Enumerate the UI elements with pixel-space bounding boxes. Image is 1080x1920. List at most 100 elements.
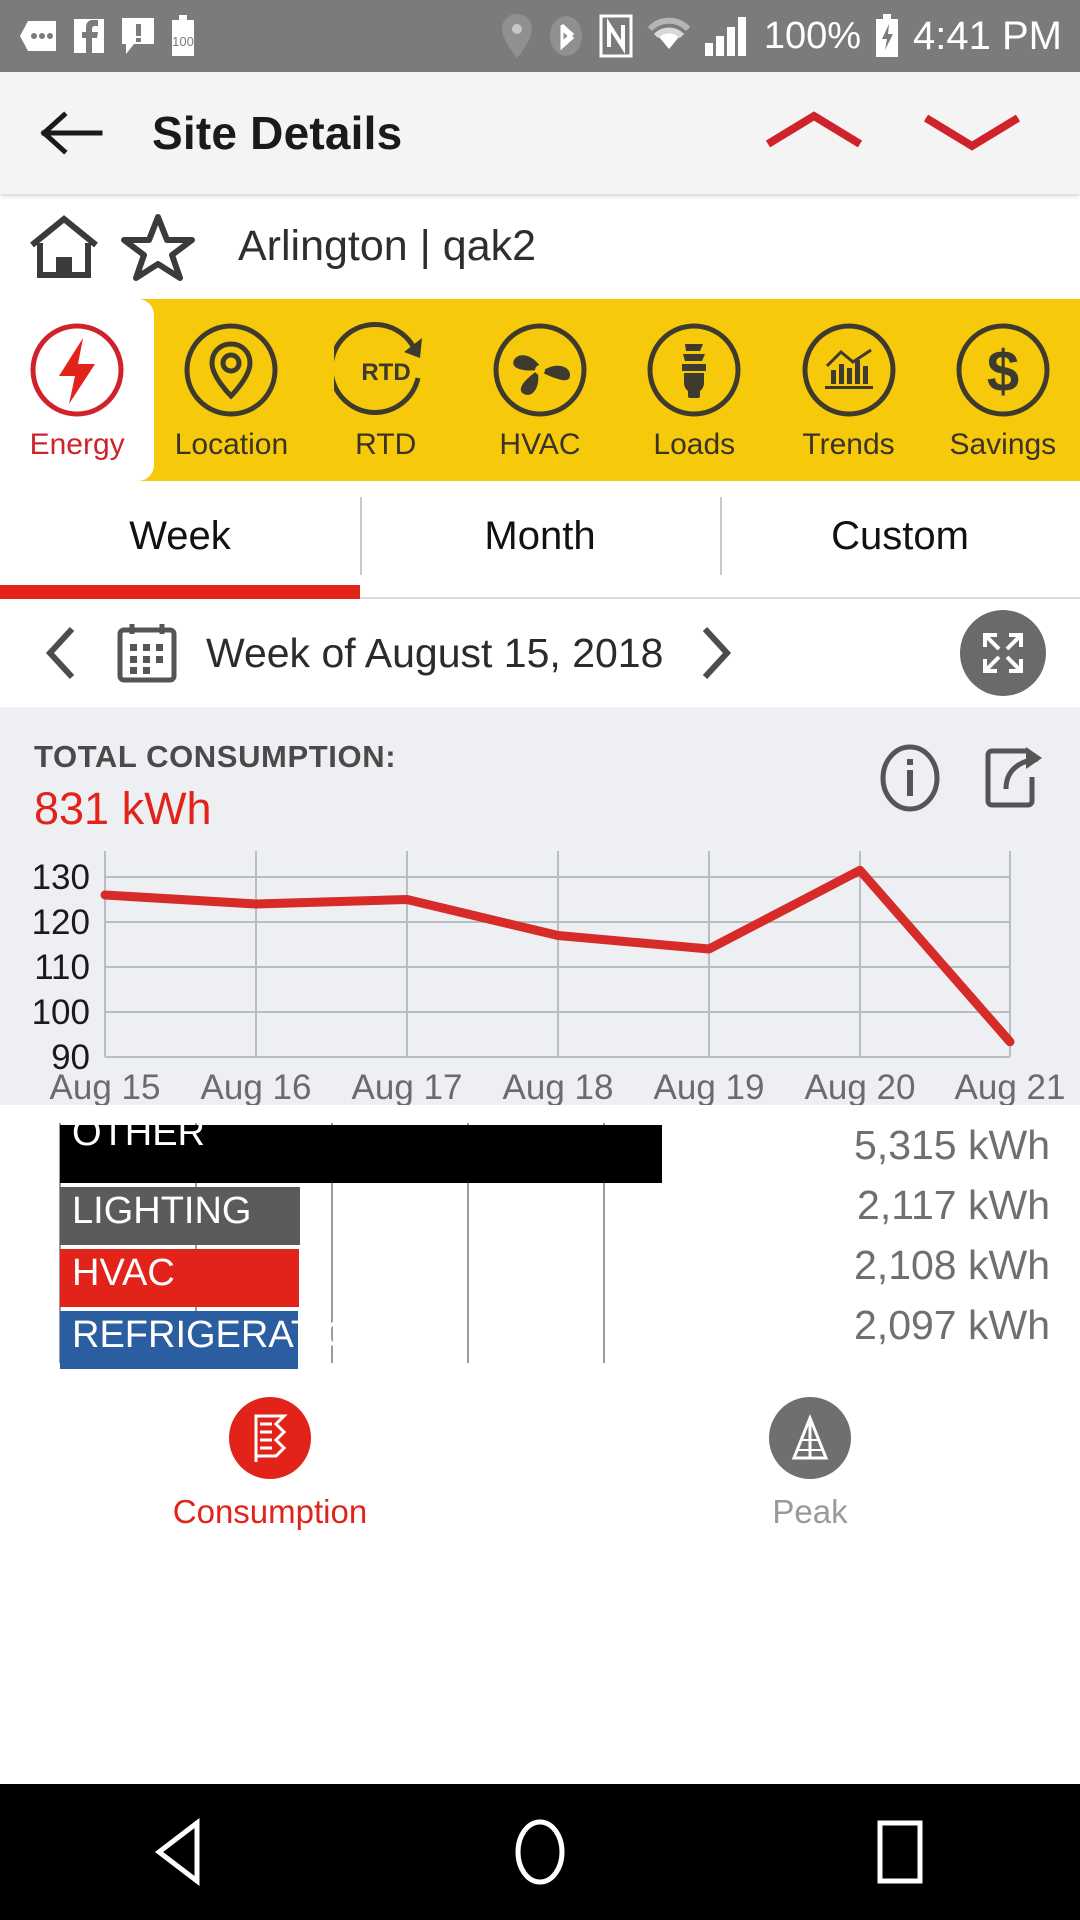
category-label: RTD [355,428,417,461]
mode-consumption[interactable]: Consumption [0,1397,540,1531]
dollar-icon: $ [951,318,1055,422]
favorite-star-icon[interactable] [120,212,196,282]
line-chart: 130 120 110 100 90 Aug 15 Aug 16 Aug 17 … [0,849,1080,1107]
peak-icon [769,1397,851,1479]
next-week-button[interactable] [689,625,743,681]
site-name-label: Arlington | qak2 [238,222,537,270]
svg-text:Aug 19: Aug 19 [654,1068,765,1107]
consumption-report-icon [229,1397,311,1479]
category-nav: Energy Location RTD RTD HVAC Loads Trend… [0,299,1080,481]
category-item-location[interactable]: Location [154,299,308,481]
battery-percent-label: 100% [763,14,862,57]
consumption-card-actions [878,739,1046,818]
share-export-icon[interactable] [982,743,1046,818]
chevron-down-icon[interactable] [922,108,1022,159]
info-icon[interactable] [878,743,942,818]
svg-text:$: $ [987,339,1019,404]
facebook-icon [72,17,106,55]
svg-text:Aug 20: Aug 20 [805,1068,916,1107]
category-item-energy[interactable]: Energy [0,299,155,481]
page-title: Site Details [152,107,403,159]
category-item-rtd[interactable]: RTD RTD [309,299,463,481]
svg-text:RTD: RTD [361,359,410,386]
messages-icon [18,17,58,55]
prev-week-button[interactable] [34,625,88,681]
nav-home-button[interactable] [465,1802,615,1902]
tab-week[interactable]: Week [0,481,360,599]
location-icon [500,13,534,59]
mode-label: Peak [772,1493,848,1530]
svg-text:REFRIGERATION: REFRIGERATION [72,1314,382,1356]
tab-custom[interactable]: Custom [720,481,1080,591]
value-refrigeration: 2,097 kWh [854,1301,1050,1348]
clock-label: 4:41 PM [913,13,1062,58]
tab-label: Custom [831,513,969,558]
status-bar-notifications: 100 [18,14,196,58]
value-other: 5,315 kWh [854,1121,1050,1168]
category-label: Energy [29,428,125,461]
category-label: Loads [653,428,736,461]
svg-text:100: 100 [172,34,194,49]
svg-text:130: 130 [32,858,90,897]
value-lighting: 2,117 kWh [857,1181,1050,1228]
rtd-refresh-icon: RTD [333,318,438,422]
nav-recents-button[interactable] [825,1802,975,1902]
category-item-hvac[interactable]: HVAC [463,299,617,481]
back-button[interactable] [40,109,110,157]
bar-chart-icon [797,318,901,422]
status-bar: 100 100% 4:41 PM [0,0,1080,72]
lightbulb-icon [642,318,746,422]
svg-text:OTHER: OTHER [72,1123,205,1154]
energy-bolt-icon [25,318,129,422]
location-pin-icon [179,318,283,422]
category-item-savings[interactable]: $ Savings [926,299,1080,481]
svg-text:Aug 18: Aug 18 [503,1068,614,1107]
phone-screen: 100 100% 4:41 PM Site Details Arlington … [0,0,1080,1920]
battery-100-icon: 100 [170,14,196,58]
svg-text:100: 100 [32,993,90,1032]
breakdown-section: OTHER LIGHTING HVAC REFRIGERATION 5,315 … [0,1105,1080,1784]
mode-toggle: Consumption Peak [0,1373,1080,1531]
nfc-icon [598,13,634,59]
category-label: HVAC [499,428,581,461]
home-icon[interactable] [26,213,102,281]
site-row: Arlington | qak2 [0,194,1080,299]
consumption-card-header: TOTAL CONSUMPTION: 831 kWh [0,729,1080,835]
status-bar-system: 100% 4:41 PM [500,13,1062,59]
bluetooth-icon [546,13,586,59]
breakdown-values: 5,315 kWh 2,117 kWh 2,108 kWh 2,097 kWh [750,1115,1050,1355]
alert-icon [120,16,156,56]
chevron-up-icon[interactable] [764,108,864,159]
consumption-card: TOTAL CONSUMPTION: 831 kWh 130 120 110 1… [0,707,1080,1107]
date-range-label: Week of August 15, 2018 [206,629,664,676]
category-item-loads[interactable]: Loads [617,299,771,481]
svg-text:120: 120 [32,903,90,942]
battery-charging-icon [873,13,901,59]
svg-text:HVAC: HVAC [72,1252,175,1294]
signal-icon [704,15,752,57]
category-label: Trends [802,428,895,461]
svg-text:Aug 15: Aug 15 [50,1068,161,1107]
tab-label: Month [484,513,596,558]
fan-icon [488,318,592,422]
date-nav: Week of August 15, 2018 [0,599,1080,707]
nav-back-button[interactable] [105,1802,255,1902]
line-chart-svg: 130 120 110 100 90 [32,851,1015,1077]
calendar-icon[interactable] [114,620,180,686]
value-hvac: 2,108 kWh [854,1241,1050,1288]
mode-peak[interactable]: Peak [540,1397,1080,1531]
wifi-icon [646,15,692,57]
svg-text:Aug 21: Aug 21 [955,1068,1066,1107]
period-tabs: Week Month Custom [0,481,1080,599]
total-consumption-label: TOTAL CONSUMPTION: [34,739,397,774]
category-label: Location [174,428,289,461]
mode-label: Consumption [172,1493,368,1530]
svg-text:110: 110 [34,948,90,987]
category-item-trends[interactable]: Trends [771,299,925,481]
svg-text:Aug 16: Aug 16 [201,1068,312,1107]
category-label: Savings [949,428,1057,461]
app-bar-actions [764,108,1040,159]
tab-month[interactable]: Month [360,481,720,591]
total-consumption-value: 831 kWh [34,783,212,834]
fullscreen-button[interactable] [960,610,1046,696]
